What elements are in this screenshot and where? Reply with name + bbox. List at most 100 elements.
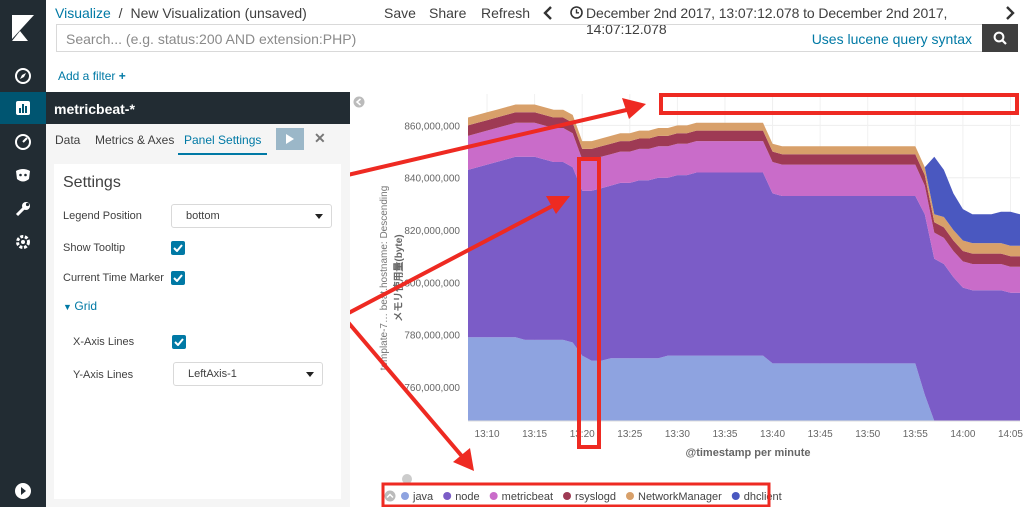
- tab-data[interactable]: Data: [55, 133, 80, 147]
- x-axis-lines-label: X-Axis Lines: [73, 336, 135, 348]
- chevron-right-icon[interactable]: [1005, 6, 1015, 23]
- query-bar: Search... (e.g. status:200 AND extension…: [56, 24, 1018, 52]
- x-tick-label: 13:55: [903, 429, 928, 440]
- current-time-marker-label: Current Time Marker: [63, 272, 164, 284]
- x-tick-label: 13:20: [570, 429, 595, 440]
- apply-changes-button[interactable]: [276, 128, 304, 150]
- legend-item-node[interactable]: node: [455, 491, 479, 503]
- caret-down-icon: ▼: [63, 302, 75, 312]
- kibana-logo[interactable]: [0, 0, 46, 56]
- y-axis-lines-label: Y-Axis Lines: [73, 369, 134, 381]
- x-axis-label: @timestamp per minute: [685, 447, 810, 459]
- breadcrumb-visualize-link[interactable]: Visualize: [55, 5, 111, 21]
- legend-item-dhclient[interactable]: dhclient: [744, 491, 782, 503]
- show-tooltip-checkbox[interactable]: [171, 241, 185, 255]
- save-button[interactable]: Save: [384, 5, 416, 21]
- check-icon: [173, 244, 183, 252]
- y-tick-label: 860,000,000: [404, 121, 460, 132]
- search-icon: [993, 31, 1007, 45]
- legend-position-select[interactable]: bottom: [171, 204, 332, 228]
- y-tick-label: 840,000,000: [404, 174, 460, 185]
- grid-toggle[interactable]: ▼ Grid: [63, 299, 97, 313]
- breadcrumb-separator: /: [118, 5, 123, 21]
- x-tick-label: 14:05: [998, 429, 1023, 440]
- devtools-icon[interactable]: [0, 193, 46, 225]
- legend-swatch: [563, 492, 572, 500]
- plus-icon: +: [118, 69, 126, 83]
- check-icon: [173, 274, 183, 282]
- legend-item-java[interactable]: java: [412, 491, 434, 503]
- vis-editor-sidebar: metricbeat-* Data Metrics & Axes Panel S…: [46, 92, 350, 507]
- y-tick-label: 760,000,000: [404, 383, 460, 394]
- chevron-left-icon[interactable]: [543, 6, 553, 23]
- legend-swatch: [626, 492, 634, 500]
- legend-item-metricbeat[interactable]: metricbeat: [502, 491, 553, 503]
- search-input[interactable]: Search... (e.g. status:200 AND extension…: [56, 24, 982, 52]
- index-pattern-title: metricbeat-*: [46, 92, 350, 124]
- y-axis-label-secondary: メモリ使用量(byte): [392, 234, 405, 321]
- settings-heading: Settings: [63, 174, 121, 191]
- legend-swatch: [489, 492, 498, 500]
- editor-tabs: Data Metrics & Axes Panel Settings: [46, 124, 350, 155]
- chevron-down-icon: [315, 214, 323, 219]
- x-axis-lines-checkbox[interactable]: [172, 335, 186, 349]
- x-tick-label: 14:00: [950, 429, 975, 440]
- clock-icon: [570, 6, 583, 22]
- y-axis-lines-value: LeftAxis-1: [188, 368, 237, 380]
- page-title: New Visualization (unsaved): [130, 5, 307, 21]
- timelion-icon[interactable]: [0, 160, 46, 192]
- x-tick-label: 13:25: [617, 429, 642, 440]
- share-button[interactable]: Share: [429, 5, 466, 21]
- breadcrumb: Visualize / New Visualization (unsaved): [55, 5, 307, 21]
- x-tick-label: 13:35: [712, 429, 737, 440]
- y-axis-lines-select[interactable]: LeftAxis-1: [173, 362, 323, 386]
- search-placeholder: Search... (e.g. status:200 AND extension…: [66, 31, 357, 47]
- discover-icon[interactable]: [0, 60, 46, 92]
- chevron-down-icon: [306, 372, 314, 377]
- x-tick-label: 13:15: [522, 429, 547, 440]
- area-series: [468, 104, 1020, 422]
- legend-position-label: Legend Position: [63, 210, 142, 222]
- legend-swatch: [401, 492, 409, 500]
- visualize-icon[interactable]: [0, 92, 46, 124]
- management-icon[interactable]: [0, 226, 46, 258]
- x-tick-label: 13:50: [855, 429, 880, 440]
- x-tick-label: 13:40: [760, 429, 785, 440]
- lucene-syntax-link[interactable]: Uses lucene query syntax: [812, 31, 972, 47]
- y-tick-label: 820,000,000: [404, 226, 460, 237]
- x-tick-label: 13:45: [808, 429, 833, 440]
- annotation-box-top: [659, 93, 1019, 115]
- refresh-button[interactable]: Refresh: [481, 5, 530, 21]
- discard-changes-button[interactable]: ✕: [314, 130, 326, 147]
- x-tick-label: 13:30: [665, 429, 690, 440]
- tab-panel-settings[interactable]: Panel Settings: [177, 133, 268, 155]
- tab-metrics-axes[interactable]: Metrics & Axes: [95, 133, 174, 147]
- filter-bar: Add a filter +: [46, 60, 1024, 92]
- visualization-panel: 760,000,000 780,000,000 800,000,000 820,000…: [179, 92, 1024, 508]
- x-axis-ticks: 13:10 13:15 13:20 13:25 13:30 13:35 13:40 13:45…: [475, 429, 1024, 440]
- collapse-sidebar-icon[interactable]: [353, 96, 365, 108]
- current-time-marker-checkbox[interactable]: [171, 271, 185, 285]
- legend-toggle-icon[interactable]: [384, 490, 396, 502]
- legend-swatch: [443, 492, 452, 500]
- show-tooltip-label: Show Tooltip: [63, 242, 126, 254]
- add-filter-button[interactable]: Add a filter +: [58, 69, 126, 83]
- x-tick-label: 13:10: [475, 429, 500, 440]
- collapse-icon[interactable]: [0, 475, 46, 507]
- y-axis-label: template-7… beat.hostname: Descending: [379, 186, 390, 371]
- legend-item-networkmanager[interactable]: NetworkManager: [638, 491, 722, 503]
- y-tick-label: 780,000,000: [404, 331, 460, 342]
- check-icon: [174, 338, 184, 346]
- side-nav: [0, 0, 46, 507]
- legend-position-value: bottom: [186, 210, 220, 222]
- play-icon: [286, 134, 294, 144]
- search-button[interactable]: [982, 24, 1018, 52]
- settings-panel: Settings Legend Position bottom Show Too…: [54, 164, 341, 499]
- annotation-arrowhead-1: [622, 98, 646, 119]
- legend-swatch: [731, 492, 740, 500]
- area-chart: 760,000,000780,000,000800,000,000820,000…: [179, 93, 1024, 508]
- legend: java node metricbeat rsyslogd NetworkManager…: [401, 491, 782, 503]
- legend-item-rsyslogd[interactable]: rsyslogd: [575, 491, 616, 503]
- add-filter-label: Add a filter: [58, 69, 116, 83]
- dashboard-icon[interactable]: [0, 126, 46, 158]
